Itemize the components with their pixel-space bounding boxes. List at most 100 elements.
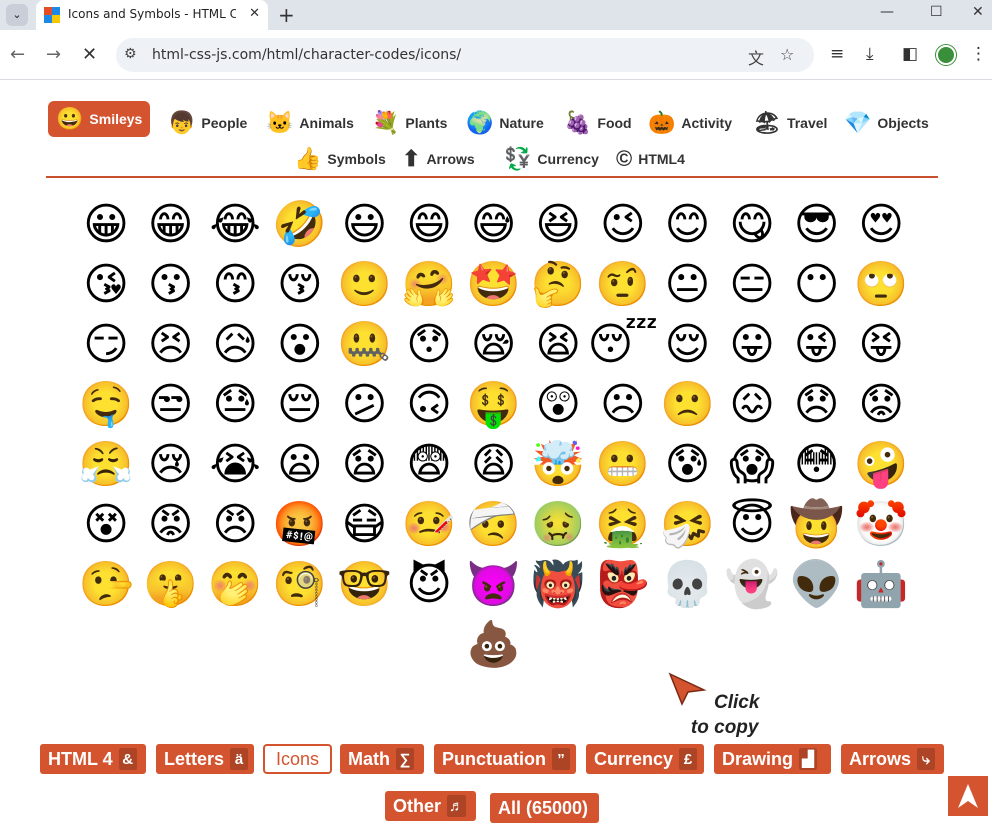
emoji-cell[interactable]: 🤤 [74, 376, 138, 434]
icons-button[interactable]: Icons [263, 744, 332, 774]
category-travel[interactable]: 🏖 Travel [745, 105, 835, 141]
emoji-cell[interactable]: 😨 [397, 436, 461, 494]
emoji-cell[interactable]: 🤬 [268, 496, 332, 554]
emoji-cell[interactable]: 🙁 [655, 376, 719, 434]
emoji-cell[interactable]: 😴 [588, 316, 659, 374]
punctuation-button[interactable]: Punctuation ” [434, 744, 576, 774]
emoji-cell[interactable]: 😰 [655, 436, 719, 494]
emoji-cell[interactable]: 🤔 [526, 256, 590, 314]
emoji-cell[interactable]: 🤭 [203, 556, 267, 614]
emoji-cell[interactable]: 😍 [849, 196, 913, 254]
emoji-cell[interactable]: 😏 [74, 316, 138, 374]
category-smileys[interactable]: 😀 Smileys [48, 101, 151, 137]
emoji-cell[interactable]: 😔 [268, 376, 332, 434]
drawing-button[interactable]: Drawing ▟ [714, 744, 831, 774]
emoji-cell[interactable]: 😁 [139, 196, 203, 254]
html-4-button[interactable]: HTML 4 & [40, 744, 146, 774]
emoji-cell[interactable]: 😐 [655, 256, 719, 314]
emoji-cell[interactable]: 😕 [332, 376, 396, 434]
tab-search-icon[interactable]: ⌄ [6, 4, 28, 26]
forward-icon[interactable]: → [46, 44, 61, 65]
emoji-cell[interactable]: 😞 [785, 376, 849, 434]
emoji-cell[interactable]: 🤡 [849, 496, 913, 554]
emoji-cell[interactable]: 😙 [203, 256, 267, 314]
category-currency[interactable]: 💱 Currency [496, 141, 607, 177]
translate-icon[interactable]: 文 [748, 45, 764, 69]
emoji-cell[interactable]: 😣 [139, 316, 203, 374]
back-icon[interactable]: ← [10, 44, 25, 65]
browser-menu-icon[interactable]: ⋮ [970, 44, 987, 64]
bookmark-star-icon[interactable]: ☆ [780, 45, 794, 64]
media-queue-icon[interactable]: ≡ [830, 44, 844, 64]
emoji-cell[interactable]: 😝 [849, 316, 913, 374]
emoji-cell[interactable]: 😈 [397, 556, 461, 614]
side-panel-icon[interactable]: ◧ [902, 44, 918, 64]
emoji-cell[interactable]: 🤓 [332, 556, 396, 614]
category-symbols[interactable]: 👍 Symbols [286, 141, 394, 177]
emoji-cell[interactable]: 😂 [203, 196, 267, 254]
emoji-cell[interactable]: 😘 [74, 256, 138, 314]
emoji-cell[interactable]: 😉 [591, 196, 655, 254]
emoji-cell[interactable]: 🤣 [268, 196, 332, 254]
category-arrows[interactable]: ⬆ Arrows [394, 141, 483, 177]
minimize-icon[interactable]: — [880, 4, 894, 20]
emoji-cell[interactable]: 👹 [526, 556, 590, 614]
emoji-cell[interactable]: 🤐 [332, 316, 396, 374]
math-button[interactable]: Math ∑ [340, 744, 424, 774]
emoji-cell[interactable]: 🙄 [849, 256, 913, 314]
emoji-cell[interactable]: 👺 [591, 556, 655, 614]
category-activity[interactable]: 🎃 Activity [640, 105, 740, 141]
emoji-cell[interactable]: 😧 [332, 436, 396, 494]
emoji-cell[interactable]: 🙃 [397, 376, 461, 434]
emoji-cell[interactable]: 😯 [397, 316, 461, 374]
emoji-cell[interactable]: 😷 [332, 496, 396, 554]
category-food[interactable]: 🍇 Food [556, 105, 640, 141]
emoji-cell[interactable]: 😟 [849, 376, 913, 434]
emoji-cell[interactable]: 😗 [139, 256, 203, 314]
emoji-cell[interactable]: 🤩 [462, 256, 526, 314]
arrows-button[interactable]: Arrows ⤷ [841, 744, 944, 774]
emoji-cell[interactable]: 😚 [268, 256, 332, 314]
emoji-cell[interactable]: 😩 [462, 436, 526, 494]
emoji-cell[interactable]: 😇 [720, 496, 784, 554]
emoji-cell[interactable]: 😄 [397, 196, 461, 254]
emoji-cell[interactable]: 😒 [139, 376, 203, 434]
emoji-cell[interactable]: 😶 [785, 256, 849, 314]
emoji-cell[interactable]: 😱 [720, 436, 784, 494]
emoji-cell[interactable]: 😠 [203, 496, 267, 554]
emoji-cell[interactable]: 😥 [203, 316, 267, 374]
emoji-cell[interactable]: 😲 [526, 376, 590, 434]
window-close-icon[interactable]: ✕ [972, 4, 984, 20]
emoji-cell[interactable]: 😎 [785, 196, 849, 254]
emoji-cell[interactable]: 🤒 [397, 496, 461, 554]
emoji-cell[interactable]: 😌 [655, 316, 719, 374]
maximize-icon[interactable]: ☐ [930, 4, 943, 20]
emoji-cell[interactable]: 💀 [655, 556, 719, 614]
download-icon[interactable]: ⤓ [866, 44, 874, 64]
emoji-cell[interactable]: 😬 [591, 436, 655, 494]
emoji-cell[interactable]: 😊 [655, 196, 719, 254]
category-plants[interactable]: 💐 Plants [364, 105, 455, 141]
emoji-cell[interactable]: 😓 [203, 376, 267, 434]
emoji-cell[interactable]: 😅 [462, 196, 526, 254]
emoji-cell[interactable]: 😜 [785, 316, 849, 374]
emoji-cell[interactable]: 💩 [462, 616, 526, 674]
letters-button[interactable]: Letters ä [156, 744, 254, 774]
profile-avatar[interactable] [936, 45, 956, 65]
site-settings-icon[interactable]: ⚙ [124, 46, 137, 62]
emoji-cell[interactable]: 🤯 [526, 436, 590, 494]
emoji-cell[interactable]: 😢 [139, 436, 203, 494]
emoji-cell[interactable]: 👿 [462, 556, 526, 614]
emoji-cell[interactable]: 👻 [720, 556, 784, 614]
emoji-cell[interactable]: 😤 [74, 436, 138, 494]
emoji-cell[interactable]: 🤑 [462, 376, 526, 434]
emoji-cell[interactable]: 😛 [720, 316, 784, 374]
emoji-cell[interactable]: 😦 [268, 436, 332, 494]
currency-button[interactable]: Currency £ [586, 744, 704, 774]
category-html4[interactable]: © HTML4 [608, 141, 693, 177]
emoji-cell[interactable]: 😳 [785, 436, 849, 494]
emoji-cell[interactable]: 🧐 [268, 556, 332, 614]
emoji-cell[interactable]: 😖 [720, 376, 784, 434]
stop-loading-icon[interactable]: ✕ [82, 44, 97, 65]
emoji-cell[interactable]: 😆 [526, 196, 590, 254]
